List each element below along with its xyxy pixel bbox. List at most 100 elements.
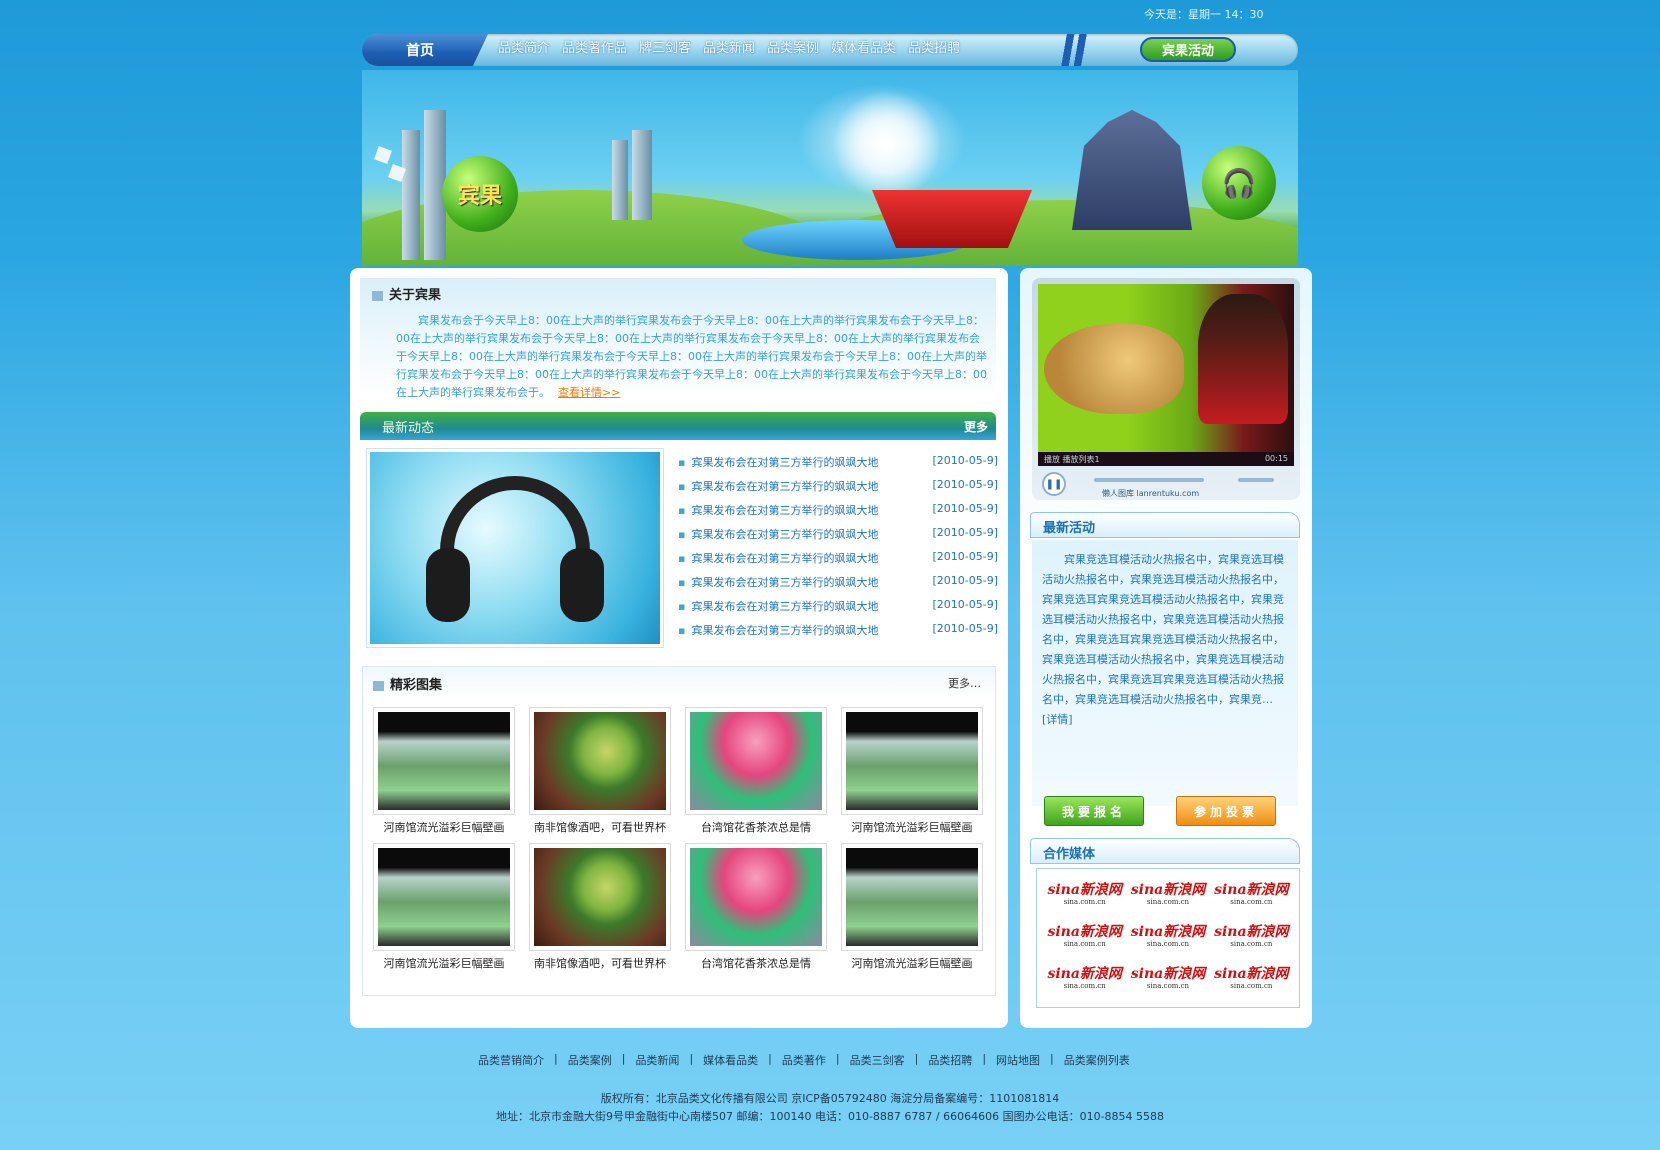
footer-link[interactable]: 品类新闻 (635, 1052, 679, 1068)
gallery-item: 南非馆像酒吧，可看世界杯 (529, 843, 671, 975)
news-link[interactable]: 宾果发布会在对第三方举行的飒飒大地 (678, 478, 878, 502)
nav-item-intro[interactable]: 品类简介 (498, 37, 550, 56)
gallery-more-link[interactable]: 更多… (948, 675, 981, 691)
gallery-caption[interactable]: 南非馆像酒吧，可看世界杯 (529, 955, 671, 975)
sina-logo[interactable]: sina新浪网 sina.com.cn (1047, 925, 1121, 950)
news-link[interactable]: 宾果发布会在对第三方举行的飒飒大地 (678, 622, 878, 646)
about-heading: 关于宾果 (372, 284, 441, 303)
gallery-thumb[interactable] (685, 843, 827, 951)
news-header: 最新动态 更多 (360, 412, 996, 440)
sina-logo[interactable]: sina新浪网 sina.com.cn (1047, 967, 1121, 992)
list-item: 宾果发布会在对第三方举行的飒飒大地 [2010-05-9] (678, 502, 998, 526)
news-link[interactable]: 宾果发布会在对第三方举行的飒飒大地 (678, 574, 878, 598)
gallery-grid: 河南馆流光溢彩巨幅壁画 南非馆像酒吧，可看世界杯 台湾馆花香茶浓总是情 河南馆流… (373, 707, 993, 975)
gallery-caption[interactable]: 河南馆流光溢彩巨幅壁画 (841, 819, 983, 839)
news-link[interactable]: 宾果发布会在对第三方举行的飒飒大地 (678, 502, 878, 526)
gallery-caption[interactable]: 台湾馆花香茶浓总是情 (685, 819, 827, 839)
activity-detail-link[interactable]: [详情] (1042, 713, 1073, 726)
gallery-thumb[interactable] (373, 707, 515, 815)
promo-activity-button[interactable]: 宾果活动 (1140, 37, 1236, 62)
nav-item-works[interactable]: 品类著作品 (562, 37, 627, 56)
signup-button[interactable]: 我要报名 (1044, 796, 1144, 826)
gallery-thumb[interactable] (841, 707, 983, 815)
footer-sep: | (768, 1052, 772, 1065)
news-link[interactable]: 宾果发布会在对第三方举行的飒飒大地 (678, 454, 878, 478)
gallery-thumb[interactable] (373, 843, 515, 951)
headset-photo (370, 452, 660, 644)
news-link[interactable]: 宾果发布会在对第三方举行的飒飒大地 (678, 526, 878, 550)
gallery-thumb[interactable] (841, 843, 983, 951)
news-date: [2010-05-9] (932, 478, 998, 491)
news-feature-image[interactable] (366, 448, 664, 648)
sina-logo[interactable]: sina新浪网 sina.com.cn (1214, 967, 1288, 992)
footer-link[interactable]: 品类案例 (568, 1052, 612, 1068)
about-more-link[interactable]: 查看详情>> (558, 386, 620, 399)
list-item: 宾果发布会在对第三方举行的飒飒大地 [2010-05-9] (678, 478, 998, 502)
sina-logo[interactable]: sina新浪网 sina.com.cn (1214, 883, 1288, 908)
gallery-thumb[interactable] (529, 707, 671, 815)
footer-link[interactable]: 品类著作 (782, 1052, 826, 1068)
gallery-caption[interactable]: 南非馆像酒吧，可看世界杯 (529, 819, 671, 839)
seek-slider[interactable] (1094, 478, 1204, 482)
henan-pavilion-photo (846, 848, 978, 946)
footer-link[interactable]: 网站地图 (996, 1052, 1040, 1068)
brand-logo: 宾果 (442, 156, 518, 232)
news-date: [2010-05-9] (932, 526, 998, 539)
news-link[interactable]: 宾果发布会在对第三方举行的飒飒大地 (678, 598, 878, 622)
red-pavilion (872, 190, 1032, 248)
video-status-bar: 播放 播放列表1 00:15 (1038, 452, 1294, 466)
henan-pavilion-photo (378, 712, 510, 810)
person-figure (1198, 294, 1288, 424)
video-screen[interactable] (1038, 284, 1294, 452)
gallery-item: 南非馆像酒吧，可看世界杯 (529, 707, 671, 839)
list-item: 宾果发布会在对第三方举行的飒飒大地 [2010-05-9] (678, 622, 998, 646)
south-africa-pavilion-photo (534, 712, 666, 810)
nav-item-cases[interactable]: 品类案例 (767, 37, 819, 56)
media-title: 合作媒体 (1043, 847, 1096, 862)
nav-item-three[interactable]: 牌三剑客 (639, 37, 691, 56)
volume-slider[interactable] (1238, 478, 1274, 482)
list-item: 宾果发布会在对第三方举行的飒飒大地 [2010-05-9] (678, 550, 998, 574)
gallery-item: 河南馆流光溢彩巨幅壁画 (841, 707, 983, 839)
gallery-caption[interactable]: 河南馆流光溢彩巨幅壁画 (841, 955, 983, 975)
footer-link[interactable]: 品类案例列表 (1064, 1052, 1130, 1068)
gallery-caption[interactable]: 台湾馆花香茶浓总是情 (685, 955, 827, 975)
footer-sep: | (621, 1052, 626, 1065)
gallery-caption[interactable]: 河南馆流光溢彩巨幅壁画 (373, 819, 515, 839)
video-status: 播放 播放列表1 (1044, 455, 1100, 464)
nav-item-jobs[interactable]: 品类招聘 (908, 37, 960, 56)
gallery-thumb[interactable] (685, 707, 827, 815)
footer-link[interactable]: 媒体看品类 (703, 1052, 758, 1068)
section-icon (372, 290, 383, 301)
vote-button[interactable]: 参加投票 (1176, 796, 1276, 826)
activity-title: 最新活动 (1043, 521, 1096, 536)
gallery-heading: 精彩图集 (373, 674, 442, 693)
footer-link[interactable]: 品类三剑客 (850, 1052, 905, 1068)
about-body: 宾果发布会于今天早上8：00在上大声的举行宾果发布会于今天早上8：00在上大声的… (396, 314, 987, 399)
footer-sep: | (835, 1052, 840, 1065)
sina-logo[interactable]: sina新浪网 sina.com.cn (1131, 967, 1205, 992)
footer-link[interactable]: 品类营销简介 (478, 1052, 544, 1068)
address-text: 地址：北京市金融大街9号甲金融街中心南楼507 邮编：100140 电话：010… (495, 1110, 1165, 1123)
news-more-link[interactable]: 更多 (964, 418, 988, 435)
video-time: 00:15 (1264, 454, 1288, 463)
activity-box: 宾果竞选耳模活动火热报名中，宾果竞选耳模活动火热报名中，宾果竞选耳模活动火热报名… (1032, 540, 1298, 806)
news-date: [2010-05-9] (932, 598, 998, 611)
footer-link[interactable]: 品类招聘 (928, 1052, 972, 1068)
sina-logo[interactable]: sina新浪网 sina.com.cn (1214, 925, 1288, 950)
news-link[interactable]: 宾果发布会在对第三方举行的飒飒大地 (678, 550, 878, 574)
pause-button[interactable]: ❚❚ (1042, 472, 1066, 496)
sina-logo[interactable]: sina新浪网 sina.com.cn (1131, 925, 1205, 950)
nav-item-media[interactable]: 媒体看品类 (831, 37, 896, 56)
sina-logo[interactable]: sina新浪网 sina.com.cn (1047, 883, 1121, 908)
list-item: 宾果发布会在对第三方举行的飒飒大地 [2010-05-9] (678, 526, 998, 550)
gallery-section: 精彩图集 更多… 河南馆流光溢彩巨幅壁画 南非馆像酒吧，可看世界杯 台湾馆花香茶… (362, 666, 996, 996)
gallery-thumb[interactable] (529, 843, 671, 951)
dog-figure (1044, 324, 1184, 414)
nav-home[interactable]: 首页 (362, 34, 488, 66)
nav-item-news[interactable]: 品类新闻 (703, 37, 755, 56)
sina-logo[interactable]: sina新浪网 sina.com.cn (1131, 883, 1205, 908)
news-title: 最新动态 (382, 421, 435, 436)
about-text: 宾果发布会于今天早上8：00在上大声的举行宾果发布会于今天早上8：00在上大声的… (396, 312, 988, 402)
gallery-caption[interactable]: 河南馆流光溢彩巨幅壁画 (373, 955, 515, 975)
